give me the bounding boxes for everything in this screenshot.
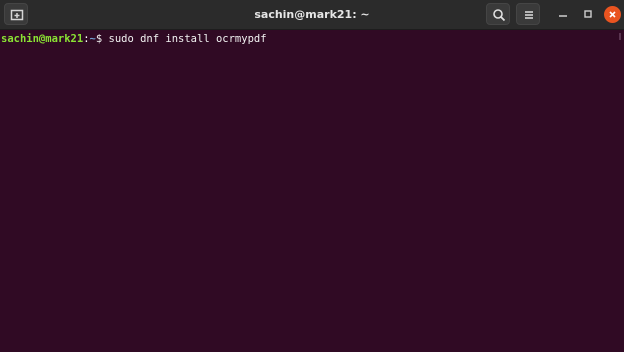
close-icon — [609, 11, 616, 18]
scrollbar[interactable] — [619, 33, 621, 40]
new-tab-icon — [10, 9, 24, 21]
terminal-area[interactable]: sachin@mark21:~$ sudo dnf install ocrmyp… — [0, 30, 624, 352]
maximize-button[interactable] — [580, 6, 596, 22]
window-title: sachin@mark21: ~ — [254, 8, 370, 21]
command-line: sachin@mark21:~$ sudo dnf install ocrmyp… — [1, 33, 267, 46]
prompt-symbol: $ — [95, 33, 109, 45]
terminal-command: sudo dnf install ocrmypdf — [108, 33, 267, 45]
close-button[interactable] — [604, 6, 621, 23]
search-icon — [493, 9, 506, 22]
titlebar: sachin@mark21: ~ — [0, 0, 624, 30]
new-tab-button[interactable] — [4, 3, 28, 25]
maximize-icon — [584, 10, 592, 18]
minimize-button[interactable] — [555, 6, 571, 22]
minimize-icon — [559, 15, 567, 17]
search-button[interactable] — [486, 3, 510, 25]
terminal-window: sachin@mark21: ~ sachin@mark21:~$ sudo d… — [0, 0, 624, 352]
prompt-user: sachin@mark21 — [1, 33, 84, 45]
menu-button[interactable] — [516, 3, 540, 25]
hamburger-menu-icon — [525, 11, 533, 19]
